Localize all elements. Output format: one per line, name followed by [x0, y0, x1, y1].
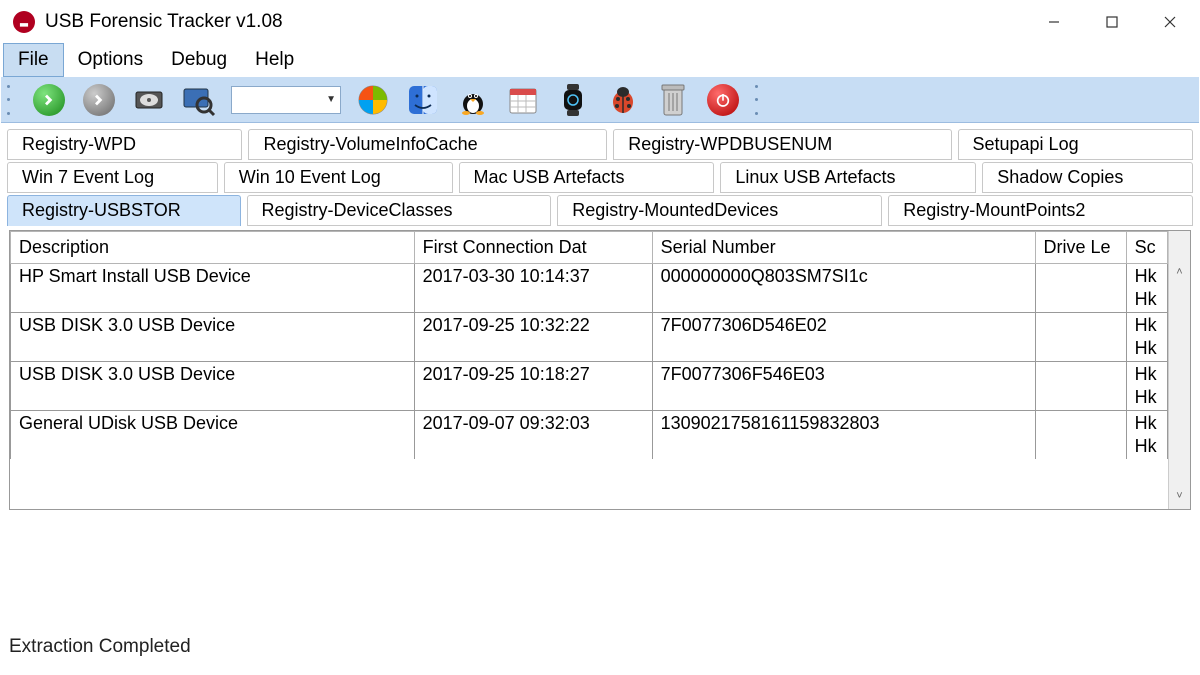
- search-icon[interactable]: [181, 82, 217, 118]
- table-row[interactable]: HP Smart Install USB Device2017-03-30 10…: [11, 264, 1168, 290]
- menu-file[interactable]: File: [3, 43, 64, 77]
- menu-options[interactable]: Options: [64, 43, 157, 77]
- col-first-connection[interactable]: First Connection Dat: [414, 232, 652, 264]
- watch-icon[interactable]: [555, 82, 591, 118]
- toolbar: ▼: [1, 77, 1199, 123]
- tab-setupapi-log[interactable]: Setupapi Log: [958, 129, 1193, 160]
- tab-registry-mounteddevices[interactable]: Registry-MountedDevices: [557, 195, 882, 226]
- scroll-down-icon[interactable]: ˅: [1169, 485, 1190, 507]
- cell-serial: 7F0077306D546E02: [652, 313, 1035, 339]
- menu-debug[interactable]: Debug: [157, 43, 241, 77]
- mac-finder-icon[interactable]: [405, 82, 441, 118]
- app-icon: [13, 11, 35, 33]
- tab-registry-volumeinfocache[interactable]: Registry-VolumeInfoCache: [248, 129, 607, 160]
- cell-sc: Hk: [1126, 411, 1167, 437]
- minimize-button[interactable]: [1025, 1, 1083, 43]
- cell-drive: [1035, 362, 1126, 388]
- table-header-row: Description First Connection Dat Serial …: [11, 232, 1168, 264]
- windows-icon[interactable]: [355, 82, 391, 118]
- cell-serial: 7F0077306F546E03: [652, 362, 1035, 388]
- tab-win10-eventlog[interactable]: Win 10 Event Log: [224, 162, 453, 193]
- linux-tux-icon[interactable]: [455, 82, 491, 118]
- tab-registry-usbstor[interactable]: Registry-USBSTOR: [7, 195, 241, 226]
- cell-date: 2017-09-25 10:32:22: [414, 313, 652, 339]
- toolbar-grip-end: [755, 85, 761, 115]
- cell-sc: Hk: [1126, 313, 1167, 339]
- tab-linux-usb-artefacts[interactable]: Linux USB Artefacts: [720, 162, 976, 193]
- table-subrow[interactable]: Hk: [11, 436, 1168, 459]
- table-subrow[interactable]: Hk: [11, 338, 1168, 362]
- cell-date: 2017-09-07 09:32:03: [414, 411, 652, 437]
- bug-icon[interactable]: [605, 82, 641, 118]
- run-gray-icon[interactable]: [81, 82, 117, 118]
- cell-description: USB DISK 3.0 USB Device: [11, 313, 415, 339]
- table-row[interactable]: General UDisk USB Device2017-09-07 09:32…: [11, 411, 1168, 437]
- cell-description: USB DISK 3.0 USB Device: [11, 362, 415, 388]
- results-table: Description First Connection Dat Serial …: [9, 230, 1191, 510]
- status-text: Extraction Completed: [9, 636, 191, 658]
- table-subrow[interactable]: Hk: [11, 289, 1168, 313]
- chevron-down-icon: ▼: [326, 94, 336, 105]
- close-button[interactable]: [1141, 1, 1199, 43]
- table-row[interactable]: USB DISK 3.0 USB Device2017-09-25 10:18:…: [11, 362, 1168, 388]
- cell-drive: [1035, 411, 1126, 437]
- cell-date: 2017-03-30 10:14:37: [414, 264, 652, 290]
- col-serial[interactable]: Serial Number: [652, 232, 1035, 264]
- cell-sc: Hk: [1126, 264, 1167, 290]
- tab-registry-deviceclasses[interactable]: Registry-DeviceClasses: [247, 195, 552, 226]
- disk-icon[interactable]: [131, 82, 167, 118]
- col-drive[interactable]: Drive Le: [1035, 232, 1126, 264]
- table-row[interactable]: USB DISK 3.0 USB Device2017-09-25 10:32:…: [11, 313, 1168, 339]
- cell-description: General UDisk USB Device: [11, 411, 415, 437]
- tab-area: Registry-WPD Registry-VolumeInfoCache Re…: [1, 123, 1199, 226]
- cell-sc: Hk: [1126, 436, 1167, 459]
- tab-shadow-copies[interactable]: Shadow Copies: [982, 162, 1193, 193]
- cell-sc: Hk: [1126, 387, 1167, 411]
- cell-sc: Hk: [1126, 338, 1167, 362]
- cell-date: 2017-09-25 10:18:27: [414, 362, 652, 388]
- menubar: File Options Debug Help: [1, 43, 1199, 77]
- window-title: USB Forensic Tracker v1.08: [45, 11, 283, 33]
- scroll-up-icon[interactable]: ˄: [1169, 261, 1190, 283]
- cell-description: HP Smart Install USB Device: [11, 264, 415, 290]
- toolbar-combo[interactable]: ▼: [231, 86, 341, 114]
- power-icon[interactable]: [705, 82, 741, 118]
- maximize-button[interactable]: [1083, 1, 1141, 43]
- cell-serial: 000000000Q803SM7SI1c: [652, 264, 1035, 290]
- cell-drive: [1035, 264, 1126, 290]
- tab-mac-usb-artefacts[interactable]: Mac USB Artefacts: [459, 162, 715, 193]
- app-window: USB Forensic Tracker v1.08 File Options …: [0, 0, 1200, 675]
- run-green-icon[interactable]: [31, 82, 67, 118]
- tab-registry-mountpoints2[interactable]: Registry-MountPoints2: [888, 195, 1193, 226]
- tab-registry-wpd[interactable]: Registry-WPD: [7, 129, 242, 160]
- table-subrow[interactable]: Hk: [11, 387, 1168, 411]
- menu-help[interactable]: Help: [241, 43, 308, 77]
- col-sc[interactable]: Sc: [1126, 232, 1167, 264]
- titlebar: USB Forensic Tracker v1.08: [1, 1, 1199, 43]
- col-description[interactable]: Description: [11, 232, 415, 264]
- toolbar-grip: [7, 85, 13, 115]
- cell-serial: 1309021758161159832803: [652, 411, 1035, 437]
- calendar-icon[interactable]: [505, 82, 541, 118]
- vertical-scrollbar[interactable]: ˄ ˅: [1168, 231, 1190, 509]
- trash-icon[interactable]: [655, 82, 691, 118]
- tab-registry-wpdbusenum[interactable]: Registry-WPDBUSENUM: [613, 129, 951, 160]
- cell-sc: Hk: [1126, 289, 1167, 313]
- tab-win7-eventlog[interactable]: Win 7 Event Log: [7, 162, 218, 193]
- cell-drive: [1035, 313, 1126, 339]
- cell-sc: Hk: [1126, 362, 1167, 388]
